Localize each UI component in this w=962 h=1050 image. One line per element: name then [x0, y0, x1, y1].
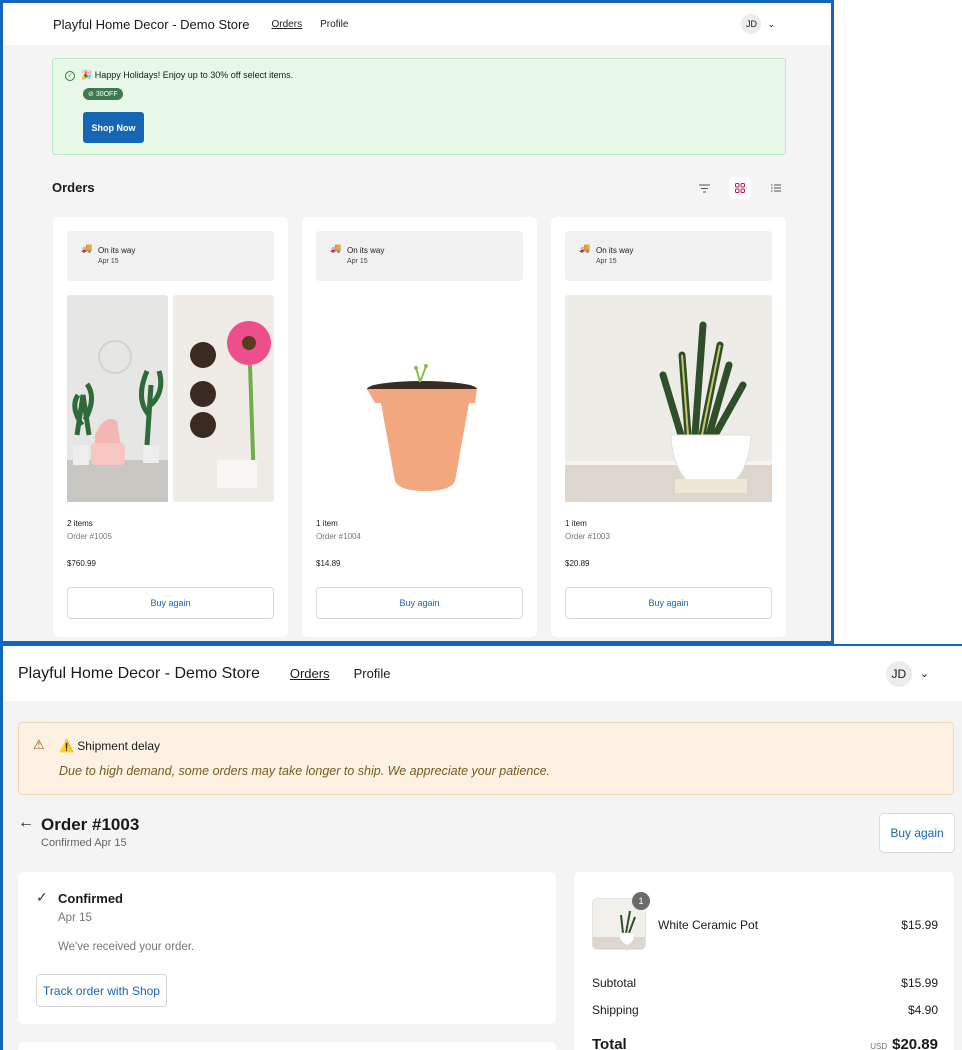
shipping-value: $4.90	[907, 1003, 938, 1017]
buy-again-button[interactable]: Buy again	[67, 587, 274, 619]
filter-icon[interactable]	[693, 177, 715, 199]
grid-view-icon[interactable]	[729, 177, 751, 199]
total-label: Total	[592, 1036, 627, 1050]
store-name[interactable]: Playful Home Decor - Demo Store	[18, 665, 260, 683]
quantity-badge: 1	[632, 892, 650, 910]
tag-icon: ⊘	[88, 91, 94, 98]
status-label: On its way	[596, 246, 634, 255]
account-menu[interactable]: JD ⌄	[885, 660, 929, 687]
status-date: Apr 15	[98, 258, 119, 265]
chevron-down-icon[interactable]: ⌄	[920, 667, 929, 680]
item-count: 1 item	[565, 519, 587, 528]
order-summary: 1 White Ceramic Pot $15.99 Subtotal $15.…	[574, 872, 954, 1050]
buy-again-button[interactable]: Buy again	[316, 587, 523, 619]
nav-orders[interactable]: Orders	[290, 666, 330, 681]
order-status: 🚚 On its way Apr 15	[316, 231, 523, 281]
subtotal-label: Subtotal	[592, 976, 637, 990]
order-product-images[interactable]	[316, 295, 523, 502]
avatar[interactable]: JD	[885, 660, 912, 687]
item-count: 2 items	[67, 519, 93, 528]
order-card[interactable]: 🚚 On its way Apr 15 1 item Order #1004 $…	[302, 217, 537, 637]
alert-title: ⚠️ Shipment delay	[59, 739, 160, 753]
discount-code: 30OFF	[95, 91, 118, 98]
store-header: Playful Home Decor - Demo Store Orders P…	[3, 3, 831, 45]
subtotal-value: $15.99	[901, 976, 938, 990]
status-label: On its way	[347, 246, 385, 255]
status-message: We've received your order.	[58, 941, 195, 953]
chevron-down-icon[interactable]: ⌄	[767, 19, 775, 30]
total-amount: USD $20.89	[870, 1036, 938, 1050]
alert-message: Due to high demand, some orders may take…	[59, 764, 551, 778]
product-price: $15.99	[901, 918, 938, 932]
order-card[interactable]: 🚚 On its way Apr 15 1 item Order #1003 $…	[551, 217, 786, 637]
order-status: 🚚 On its way Apr 15	[67, 231, 274, 281]
track-order-button[interactable]: Track order with Shop	[36, 974, 167, 1007]
order-title: Order #1003	[41, 815, 140, 834]
total-value: $20.89	[892, 1036, 938, 1050]
check-icon: ✓	[36, 889, 48, 905]
status-label: On its way	[98, 246, 136, 255]
nav-profile[interactable]: Profile	[320, 19, 348, 30]
order-product-images[interactable]	[67, 295, 274, 502]
order-number: Order #1005	[67, 532, 112, 541]
order-total: $14.89	[316, 559, 341, 568]
order-product-images[interactable]	[565, 295, 772, 502]
check-circle-icon: ✓	[65, 70, 75, 81]
warning-icon: ⚠	[33, 737, 45, 752]
shipment-delay-alert: ⚠ ⚠️ Shipment delay Due to high demand, …	[18, 722, 954, 795]
arrow-left-icon[interactable]: ←	[18, 814, 34, 832]
shipping-row: Shipping $4.90	[592, 1003, 938, 1017]
avatar[interactable]: JD	[741, 14, 762, 34]
truck-icon: 🚚	[330, 243, 342, 253]
next-card	[18, 1042, 556, 1050]
store-name[interactable]: Playful Home Decor - Demo Store	[53, 17, 250, 32]
promo-banner: ✓ 🎉 Happy Holidays! Enjoy up to 30% off …	[52, 58, 786, 155]
list-view-icon[interactable]	[765, 177, 787, 199]
status-title: Confirmed	[58, 891, 123, 906]
product-name: White Ceramic Pot	[658, 918, 759, 932]
order-detail-screen: Playful Home Decor - Demo Store Orders P…	[0, 644, 962, 1050]
truck-icon: 🚚	[81, 243, 93, 253]
store-header: Playful Home Decor - Demo Store Orders P…	[3, 646, 962, 701]
account-menu[interactable]: JD ⌄	[741, 14, 775, 34]
nav-orders[interactable]: Orders	[272, 19, 303, 30]
view-controls	[693, 177, 787, 199]
currency-code: USD	[870, 1042, 888, 1050]
order-confirmed-date: Confirmed Apr 15	[41, 837, 127, 849]
promo-message: 🎉 Happy Holidays! Enjoy up to 30% off se…	[81, 70, 294, 80]
buy-again-button[interactable]: Buy again	[565, 587, 772, 619]
buy-again-button[interactable]: Buy again	[879, 813, 955, 853]
item-count: 1 item	[316, 519, 338, 528]
order-number: Order #1004	[316, 532, 361, 541]
shipping-label: Shipping	[592, 1003, 639, 1017]
status-date: Apr 15	[347, 258, 368, 265]
order-total: $20.89	[565, 559, 590, 568]
orders-list-screen: Playful Home Decor - Demo Store Orders P…	[0, 0, 834, 644]
order-number: Order #1003	[565, 532, 610, 541]
status-date: Apr 15	[58, 912, 92, 924]
total-row: Total USD $20.89	[592, 1036, 938, 1050]
order-status: 🚚 On its way Apr 15	[565, 231, 772, 281]
orders-title: Orders	[52, 180, 95, 195]
subtotal-row: Subtotal $15.99	[592, 976, 938, 990]
order-card[interactable]: 🚚 On its way Apr 15 2 items Order #1005 …	[53, 217, 288, 637]
order-status-card: ✓ Confirmed Apr 15 We've received your o…	[18, 872, 556, 1024]
truck-icon: 🚚	[579, 243, 591, 253]
nav-profile[interactable]: Profile	[354, 666, 391, 681]
discount-code-badge: ⊘ 30OFF	[83, 88, 123, 100]
shop-now-button[interactable]: Shop Now	[83, 112, 144, 143]
order-total: $760.99	[67, 559, 96, 568]
status-date: Apr 15	[596, 258, 617, 265]
